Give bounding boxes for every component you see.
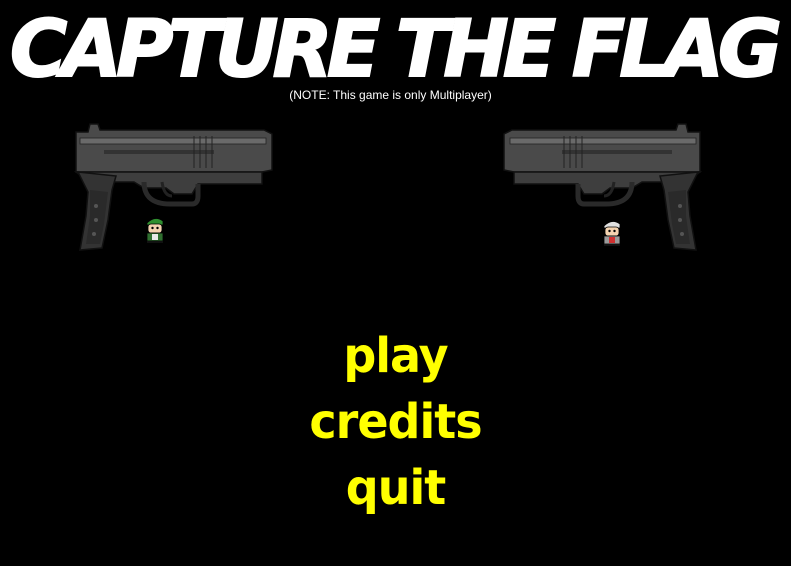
- game-title-text: CAPTURE THE FLAG: [10, 5, 780, 92]
- left-pistol-icon: [74, 120, 274, 256]
- white-soldier-sprite: [600, 218, 624, 246]
- game-title: CAPTURE THE FLAG: [0, 0, 791, 92]
- play-button[interactable]: play: [0, 320, 791, 389]
- main-menu: play credits quit: [0, 322, 791, 520]
- quit-button[interactable]: quit: [0, 452, 791, 521]
- credits-button[interactable]: credits: [0, 386, 791, 455]
- green-soldier-sprite: [143, 215, 167, 243]
- multiplayer-note: (NOTE: This game is only Multiplayer): [289, 88, 492, 102]
- game-title-logo: CAPTURE THE FLAG: [9, 4, 783, 92]
